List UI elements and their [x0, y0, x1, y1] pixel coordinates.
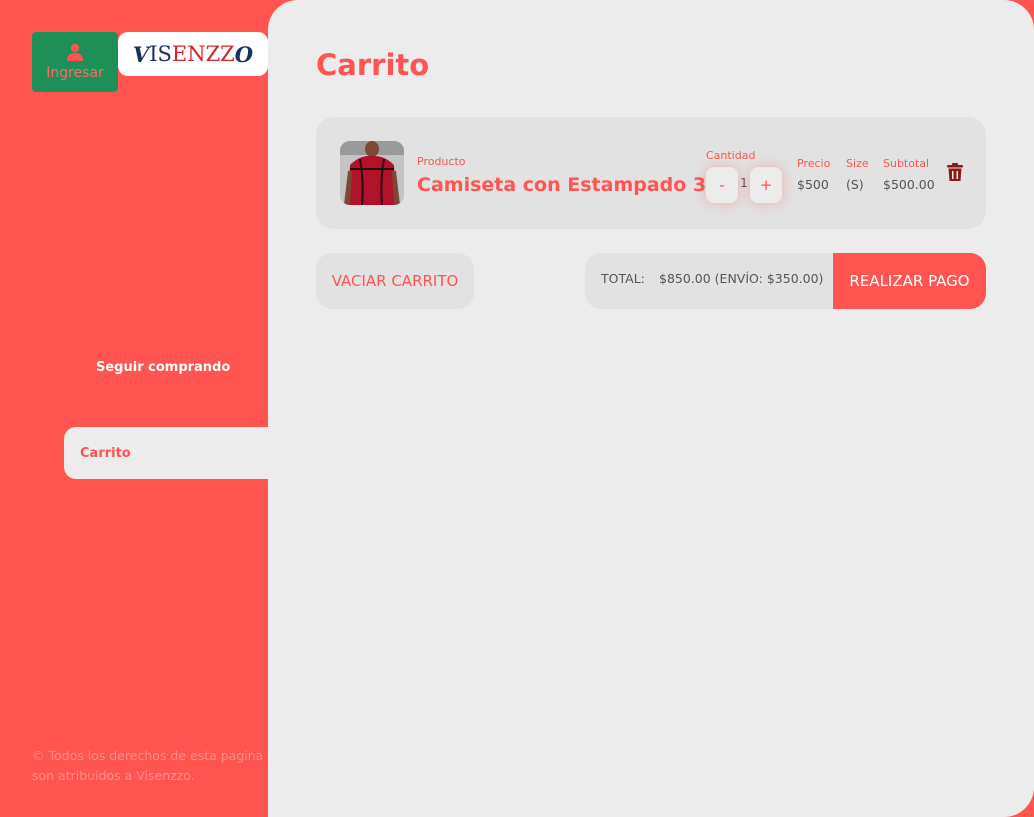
brand-logo[interactable]: V IS ENZZ O [118, 32, 268, 76]
price-label: Precio [797, 157, 831, 170]
total-summary: TOTAL: $850.00 (ENVÍO: $350.00) REALIZAR… [585, 253, 986, 309]
logo-letter-v: V [132, 41, 150, 67]
subtotal-value: $500.00 [883, 177, 935, 192]
user-icon [67, 43, 83, 61]
sidebar: Ingresar V IS ENZZ O Seguir comprando Carri… [0, 0, 274, 817]
clear-cart-button[interactable]: VACIAR CARRITO [316, 253, 474, 309]
logo-letters-enzz: ENZZ [171, 42, 235, 66]
quantity-increase-button[interactable]: + [750, 167, 782, 203]
product-name[interactable]: Camiseta con Estampado 3D [417, 174, 722, 196]
cart-item: Producto Camiseta con Estampado 3D Canti… [316, 117, 986, 229]
main-panel: Carrito Producto Camiseta con Estampado … [268, 0, 1034, 817]
sidebar-item-carrito[interactable]: Carrito [64, 427, 274, 479]
quantity-label: Cantidad [706, 149, 756, 162]
login-button[interactable]: Ingresar [32, 32, 118, 92]
product-label: Producto [417, 155, 466, 168]
total-value: $850.00 (ENVÍO: $350.00) [659, 271, 824, 286]
total-label: TOTAL: [601, 271, 645, 286]
price-value: $500 [797, 177, 829, 192]
size-value: (S) [846, 177, 864, 192]
logo-letter-o: O [234, 41, 254, 67]
product-thumbnail[interactable] [340, 141, 404, 205]
footer-copyright: © Todos los derechos de esta pagina son … [32, 748, 264, 783]
subtotal-label: Subtotal [883, 157, 930, 170]
login-label: Ingresar [46, 65, 104, 81]
trash-icon[interactable] [947, 163, 963, 181]
quantity-value: 1 [740, 176, 748, 190]
quantity-decrease-button[interactable]: - [706, 167, 738, 203]
size-label: Size [846, 157, 869, 170]
sidebar-item-seguir-comprando[interactable]: Seguir comprando [96, 360, 230, 375]
page-title: Carrito [316, 48, 430, 82]
checkout-button[interactable]: REALIZAR PAGO [833, 253, 986, 309]
shirt-image [340, 141, 404, 205]
logo-letters-is: IS [149, 42, 172, 66]
